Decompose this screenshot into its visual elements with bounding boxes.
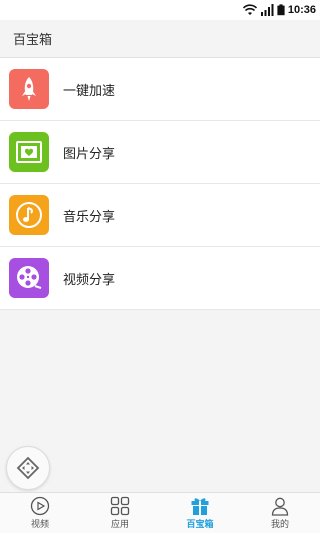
tab-apps[interactable]: 应用: [80, 493, 160, 533]
status-time: 10:36: [287, 4, 316, 16]
tab-toolbox[interactable]: 百宝箱: [160, 493, 240, 533]
wifi-icon: [242, 4, 257, 15]
list-item-picture-share[interactable]: 图片分享: [0, 121, 320, 184]
film-reel-icon: [9, 258, 49, 298]
tab-label: 百宝箱: [186, 520, 214, 530]
app-grid-icon: [110, 496, 130, 516]
tab-profile[interactable]: 我的: [240, 493, 320, 533]
music-note-icon: [9, 195, 49, 235]
list-item-speedup[interactable]: 一键加速: [0, 58, 320, 121]
tab-video[interactable]: 视频: [0, 493, 80, 533]
tab-label: 视频: [30, 520, 49, 530]
play-circle-icon: [30, 496, 50, 516]
rocket-icon: [9, 69, 49, 109]
list-item-label: 音乐分享: [63, 209, 116, 225]
list-item-label: 图片分享: [63, 146, 116, 162]
direction-pad-icon: [16, 456, 40, 480]
page-header: 百宝箱: [0, 20, 320, 58]
signal-icon: [260, 4, 274, 16]
picture-icon: [9, 132, 49, 172]
battery-icon: [277, 4, 285, 16]
list-item-video-share[interactable]: 视频分享: [0, 247, 320, 310]
floating-control-button[interactable]: [6, 446, 50, 490]
list-item-label: 一键加速: [63, 83, 116, 99]
tab-label: 我的: [270, 520, 289, 530]
list-item-label: 视频分享: [63, 272, 116, 288]
gift-icon: [191, 498, 209, 515]
tab-label: 应用: [110, 520, 129, 530]
page-title: 百宝箱: [13, 33, 53, 48]
person-icon: [271, 497, 289, 516]
toolbox-list: 一键加速 图片分享 音乐分享 视频分享: [0, 58, 320, 310]
list-item-music-share[interactable]: 音乐分享: [0, 184, 320, 247]
status-bar: 10:36: [0, 0, 320, 20]
bottom-tab-bar: 视频 应用 百宝箱 我的: [0, 492, 320, 533]
